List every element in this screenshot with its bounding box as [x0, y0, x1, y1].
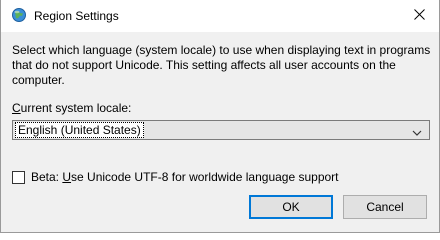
close-button[interactable] — [399, 0, 439, 32]
description-text: Select which language (system locale) to… — [12, 43, 431, 87]
selected-locale: English (United States) — [15, 122, 144, 138]
window-title: Region Settings — [34, 9, 119, 23]
beta-label-prefix: Beta: — [31, 170, 63, 184]
chevron-down-icon — [412, 126, 422, 136]
current-locale-label: Current system locale: — [12, 101, 131, 115]
region-settings-dialog: Region Settings Select which language (s… — [0, 0, 440, 233]
cancel-button[interactable]: Cancel — [343, 195, 427, 219]
locale-label-mnemonic: C — [12, 101, 21, 115]
beta-utf8-option[interactable]: Beta: Use Unicode UTF-8 for worldwide la… — [12, 169, 339, 185]
beta-label-rest: se Unicode UTF-8 for worldwide language … — [71, 170, 339, 184]
beta-utf8-checkbox[interactable] — [12, 170, 25, 184]
globe-icon — [11, 7, 27, 23]
locale-label-rest: urrent system locale: — [20, 101, 132, 115]
ok-button[interactable]: OK — [249, 195, 333, 219]
system-locale-dropdown[interactable]: English (United States) — [12, 120, 430, 140]
close-icon — [413, 9, 425, 23]
title-bar[interactable]: Region Settings — [1, 0, 439, 32]
beta-utf8-label[interactable]: Beta: Use Unicode UTF-8 for worldwide la… — [31, 170, 339, 184]
beta-label-mnemonic: U — [62, 170, 72, 184]
